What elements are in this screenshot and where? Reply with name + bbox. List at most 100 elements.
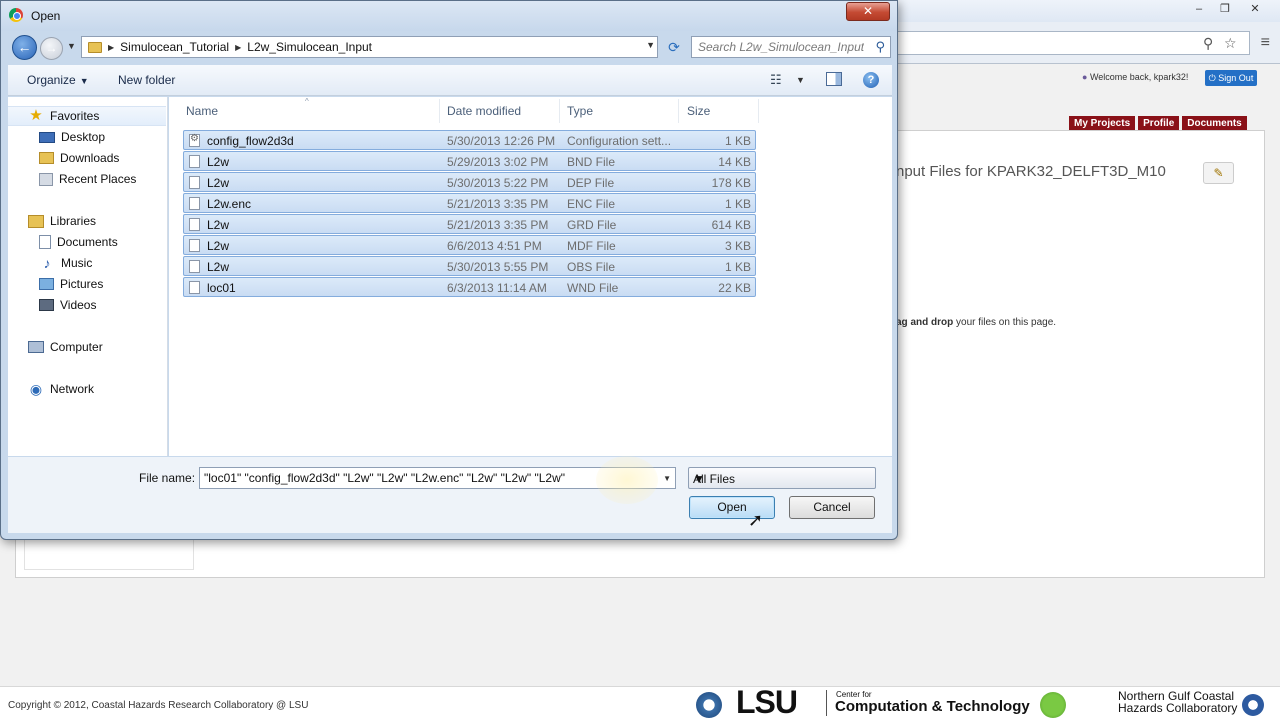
column-header-name[interactable]: Name [186,104,218,118]
nav-network[interactable]: ◉ Network [28,379,94,399]
config-file-icon [189,133,200,147]
forward-button[interactable]: → [40,37,63,60]
file-row[interactable]: L2w 5/21/2013 3:35 PM GRD File 614 KB [183,214,756,234]
nav-label: Documents [57,235,118,249]
lsu-logo: LSU [736,684,798,720]
videos-icon [39,299,54,311]
search-icon[interactable]: ⚲ [875,39,885,55]
nav-computer[interactable]: Computer [28,337,103,357]
new-folder-button[interactable]: New folder [118,73,175,87]
organize-label: Organize [27,73,76,87]
browser-close-button[interactable]: ✕ [1238,1,1272,17]
chevron-down-icon[interactable]: ▼ [796,75,805,85]
sign-out-button[interactable]: ⏻ Sign Out [1205,70,1257,86]
drop-hint-rest: your files on this page. [953,317,1057,328]
nav-downloads[interactable]: Downloads [39,148,119,168]
minimize-button[interactable]: – [1186,1,1212,17]
file-name-input[interactable] [200,468,655,488]
green-logo [1040,692,1066,718]
breadcrumb[interactable]: ▶ Simulocean_Tutorial ▶ L2w_Simulocean_I… [81,36,658,58]
file-name: L2w [207,260,230,274]
zoom-icon[interactable]: ⚲ [1203,35,1213,52]
file-date: 6/6/2013 4:51 PM [447,239,542,253]
star-icon: ★ [29,107,43,124]
nav-label: Libraries [50,214,97,228]
file-icon [189,155,200,168]
cancel-button[interactable]: Cancel [789,496,875,519]
file-row[interactable]: L2w 5/29/2013 3:02 PM BND File 14 KB [183,151,756,171]
file-row[interactable]: config_flow2d3d 5/30/2013 12:26 PM Confi… [183,130,756,150]
nav-documents[interactable]: Documents [39,232,118,252]
column-header-type[interactable]: Type [567,104,593,118]
nav-music[interactable]: ♪ Music [39,253,93,273]
column-divider[interactable] [559,99,560,123]
column-header-size[interactable]: Size [687,104,710,118]
edit-button[interactable]: ✎ [1203,162,1234,184]
address-bar[interactable]: ⚲ ☆ [896,31,1250,55]
recent-locations-icon[interactable]: ▼ [67,41,76,51]
nav-profile[interactable]: Profile [1138,116,1180,131]
nav-documents[interactable]: Documents [1182,116,1247,131]
file-date: 5/30/2013 5:22 PM [447,176,549,190]
breadcrumb-arrow-icon[interactable]: ▶ [108,43,114,52]
file-type: BND File [567,155,616,169]
preview-pane-icon[interactable] [826,72,842,86]
file-type: Configuration sett... [567,134,672,148]
sign-out-label: Sign Out [1218,73,1254,83]
breadcrumb-arrow-icon[interactable]: ▶ [235,43,241,52]
chevron-down-icon: ▼ [79,76,89,86]
chevron-down-icon[interactable]: ▼ [663,474,671,483]
nav-pictures[interactable]: Pictures [39,274,103,294]
breadcrumb-l2w-input[interactable]: L2w_Simulocean_Input [247,40,372,54]
nav-desktop[interactable]: Desktop [39,127,105,147]
help-icon[interactable]: ? [863,72,879,88]
maximize-button[interactable]: ❐ [1212,1,1238,17]
column-divider[interactable] [678,99,679,123]
file-date: 5/29/2013 3:02 PM [447,155,549,169]
file-row[interactable]: L2w 5/30/2013 5:55 PM OBS File 1 KB [183,256,756,276]
nav-libraries[interactable]: Libraries [28,211,96,231]
organize-button[interactable]: Organize ▼ [27,73,89,87]
dialog-close-button[interactable]: ✕ [846,2,890,21]
view-options-icon[interactable]: ☷ [770,72,782,88]
file-name: L2w.enc [207,197,252,211]
breadcrumb-simulocean-tutorial[interactable]: Simulocean_Tutorial [120,40,229,54]
file-row[interactable]: L2w.enc 5/21/2013 3:35 PM ENC File 1 KB [183,193,756,213]
nav-label: Music [61,256,93,270]
file-date: 5/21/2013 3:35 PM [447,197,549,211]
file-size: 1 KB [724,134,751,148]
chevron-down-icon: ▼ [693,472,705,486]
bookmark-star-icon[interactable]: ☆ [1224,35,1237,52]
file-row[interactable]: loc01 6/3/2013 11:14 AM WND File 22 KB [183,277,756,297]
nav-label: Favorites [50,109,100,123]
file-icon [189,239,200,252]
column-header-date[interactable]: Date modified [447,104,521,118]
nav-my-projects[interactable]: My Projects [1069,116,1136,131]
search-box[interactable]: ⚲ [691,36,891,58]
search-input[interactable] [692,37,864,57]
file-type: WND File [567,281,619,295]
chevron-down-icon[interactable]: ▼ [646,40,655,50]
refresh-icon[interactable]: ⟳ [663,36,685,58]
file-size: 1 KB [724,260,751,274]
file-type-filter[interactable]: All Files ▼ [688,467,876,489]
file-name: L2w [207,155,230,169]
column-divider[interactable] [439,99,440,123]
downloads-folder-icon [39,152,54,164]
nav-videos[interactable]: Videos [39,295,96,315]
back-button[interactable]: ← [12,35,37,60]
drop-hint-bold: ag and drop [896,317,954,328]
mouse-cursor-icon: ➚ [748,510,764,530]
folder-icon [88,41,102,53]
nav-favorites[interactable]: ★ Favorites [8,106,166,126]
browser-menu-icon[interactable]: ≡ [1261,34,1270,52]
file-icon [189,176,200,189]
nav-recent-places[interactable]: Recent Places [39,169,136,189]
panel-left-column [24,540,194,570]
file-size: 614 KB [711,218,751,232]
column-divider[interactable] [758,99,759,123]
file-row[interactable]: L2w 6/6/2013 4:51 PM MDF File 3 KB [183,235,756,255]
welcome-text: ● Welcome back, kpark32! [1082,72,1188,82]
file-row[interactable]: L2w 5/30/2013 5:22 PM DEP File 178 KB [183,172,756,192]
libraries-icon [28,214,44,228]
